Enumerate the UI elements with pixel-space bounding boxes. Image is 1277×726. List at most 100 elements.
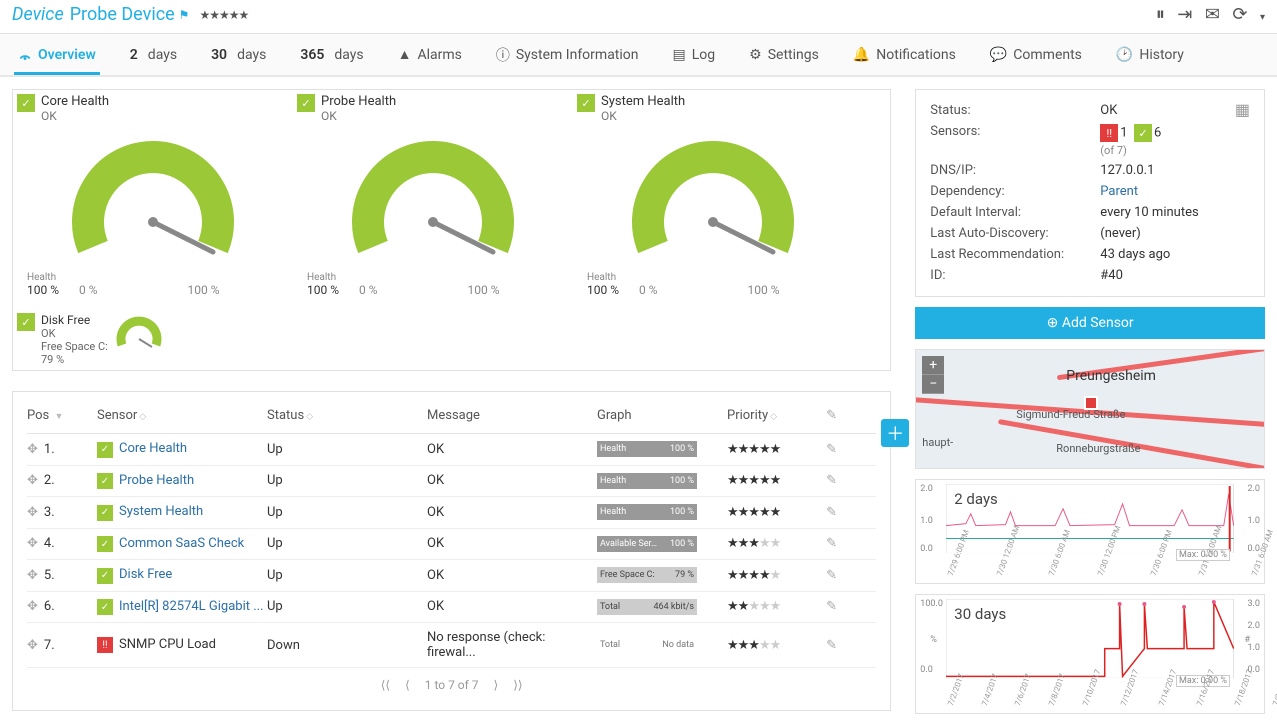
ok-badge-icon: ✓ [17,313,35,331]
mini-gauge-icon [114,313,164,353]
gauge-disk-free[interactable]: ✓ Disk Free OK Free Space C: 79 % [13,309,293,370]
sort-icon: ◇ [306,412,313,422]
sensor-link[interactable]: SNMP CPU Load [119,637,216,652]
gauge-system-health[interactable]: ✓ System Health OK Health100 % 0 %100 % [573,90,853,309]
edit-row-icon[interactable]: ✎ [807,473,837,488]
dropdown-caret-icon[interactable]: ▾ [1260,12,1265,23]
table-row[interactable]: ✥3.✓System HealthUpOKHealth100 %★★★★★✎ [27,497,876,529]
add-fab[interactable]: ＋ [881,419,909,447]
pager-next-icon[interactable]: ⟩ [494,678,499,692]
table-row[interactable]: ✥4.✓Common SaaS CheckUpOKAvailable Ser…1… [27,529,876,561]
edit-row-icon[interactable]: ✎ [807,442,837,457]
tab-30days[interactable]: 30days [207,37,270,73]
pager-prev-icon[interactable]: ⟨ [405,678,410,692]
x-tick: 7/20/2017 [1271,668,1277,707]
tab-overview[interactable]: Overview [14,37,100,73]
mail-icon[interactable]: ✉ [1205,4,1220,25]
col-priority[interactable]: Priority◇ [727,408,807,423]
edit-column-icon[interactable]: ✎ [807,408,837,423]
status-badge-icon: ✓ [97,536,113,552]
table-row[interactable]: ✥1.✓Core HealthUpOKHealth100 %★★★★★✎ [27,434,876,466]
gauge-status: OK [41,109,109,123]
sensor-link[interactable]: Core Health [119,441,187,456]
edit-row-icon[interactable]: ✎ [807,505,837,520]
status-badge-icon: ✓ [97,599,113,615]
col-pos[interactable]: Pos ▼ [27,408,97,423]
table-row[interactable]: ✥7.!!SNMP CPU LoadDownNo response (check… [27,623,876,668]
ok-badge-icon[interactable]: ✓ [1134,124,1152,142]
refresh-icon[interactable]: ⟳ [1232,4,1247,25]
drag-handle-icon[interactable]: ✥ [27,568,38,583]
table-row[interactable]: ✥6.✓Intel[R] 82574L Gigabit ...UpOKTotal… [27,592,876,624]
tab-history[interactable]: 🕑History [1112,37,1188,73]
priority-stars[interactable]: ★★★★★ [727,505,807,520]
priority-stars[interactable]: ★★★★★ [727,536,807,551]
tab-comments[interactable]: 💬Comments [986,37,1086,73]
tab-settings[interactable]: ⚙Settings [745,37,823,73]
info-dependency-value[interactable]: Parent [1100,184,1138,199]
gauge-arc-icon [63,127,243,267]
device-name[interactable]: Probe Device [70,4,175,25]
map-marker-icon[interactable] [1084,396,1098,410]
drag-handle-icon[interactable]: ✥ [27,638,38,653]
pager-last-icon[interactable]: ⟩⟩ [513,678,522,692]
map-widget[interactable]: + − Preungesheim Sigmund-Freud-Straße Ro… [915,349,1265,469]
flag-icon[interactable]: ⚑ [179,8,190,22]
sort-desc-icon: ▼ [54,412,63,422]
status-text: Down [267,638,427,653]
error-badge-icon[interactable]: !! [1100,124,1118,142]
sensor-link[interactable]: Disk Free [119,567,172,582]
col-graph[interactable]: Graph [597,408,727,423]
map-zoom-out[interactable]: − [922,375,944,394]
export-icon[interactable]: ⇥ [1177,4,1192,25]
drag-handle-icon[interactable]: ✥ [27,505,38,520]
tab-sysinfo[interactable]: ⓘSystem Information [492,35,643,75]
col-message[interactable]: Message [427,408,597,423]
gauges-panel: ✓ Core Health OK Health100 % 0 %100 % [12,89,891,371]
pager-first-icon[interactable]: ⟨⟨ [381,678,390,692]
sensor-link[interactable]: System Health [119,504,203,519]
priority-stars[interactable]: ★★★★★ [727,568,807,583]
drag-handle-icon[interactable]: ✥ [27,536,38,551]
edit-row-icon[interactable]: ✎ [807,638,837,653]
qr-icon[interactable]: ▦ [1235,100,1250,119]
sensor-link[interactable]: Probe Health [119,473,194,488]
message-text: OK [427,505,597,520]
tab-365days[interactable]: 365days [296,37,367,73]
tab-log[interactable]: ▤Log [669,37,720,73]
priority-stars[interactable]: ★★★★★ [727,442,807,457]
drag-handle-icon[interactable]: ✥ [27,599,38,614]
sensor-link[interactable]: Intel[R] 82574L Gigabit ... [119,599,264,614]
col-sensor[interactable]: Sensor◇ [97,408,267,423]
drag-handle-icon[interactable]: ✥ [27,442,38,457]
edit-row-icon[interactable]: ✎ [807,599,837,614]
chart-30days[interactable]: 30 days 100.0 0.0 % 3.0 2.0 1.0 0.0 # Ma… [915,594,1265,714]
add-sensor-button[interactable]: ⊕ Add Sensor [915,307,1265,339]
table-row[interactable]: ✥5.✓Disk FreeUpOKFree Space C:79 %★★★★★✎ [27,560,876,592]
tab-overview-label: Overview [38,47,96,63]
priority-stars[interactable]: ★★★★★ [199,8,248,22]
tab-2days[interactable]: 2days [126,37,181,73]
table-row[interactable]: ✥2.✓Probe HealthUpOKHealth100 %★★★★★✎ [27,466,876,498]
info-icon: ⓘ [496,45,510,65]
ok-badge-icon: ✓ [577,94,595,112]
device-prefix: Device [12,4,64,25]
col-status[interactable]: Status◇ [267,408,427,423]
pause-icon[interactable]: ⏸ [1156,4,1165,25]
gauge-core-health[interactable]: ✓ Core Health OK Health100 % 0 %100 % [13,90,293,309]
tab-notifications[interactable]: 🔔Notifications [849,37,960,73]
edit-row-icon[interactable]: ✎ [807,536,837,551]
gauge-title: System Health [601,94,685,109]
status-badge-icon: ✓ [97,568,113,584]
drag-handle-icon[interactable]: ✥ [27,473,38,488]
priority-stars[interactable]: ★★★★★ [727,599,807,614]
map-zoom-in[interactable]: + [922,356,944,375]
comment-icon: 💬 [990,47,1007,63]
gauge-probe-health[interactable]: ✓ Probe Health OK Health100 % 0 %100 % [293,90,573,309]
chart-2days[interactable]: 2 days 2.0 1.0 0.0 2.0 1.0 0.0 Max: 0.00… [915,479,1265,584]
priority-stars[interactable]: ★★★★★ [727,473,807,488]
tab-alarms[interactable]: ▲Alarms [394,36,466,73]
priority-stars[interactable]: ★★★★★ [727,638,807,653]
sensor-link[interactable]: Common SaaS Check [119,536,244,551]
edit-row-icon[interactable]: ✎ [807,568,837,583]
